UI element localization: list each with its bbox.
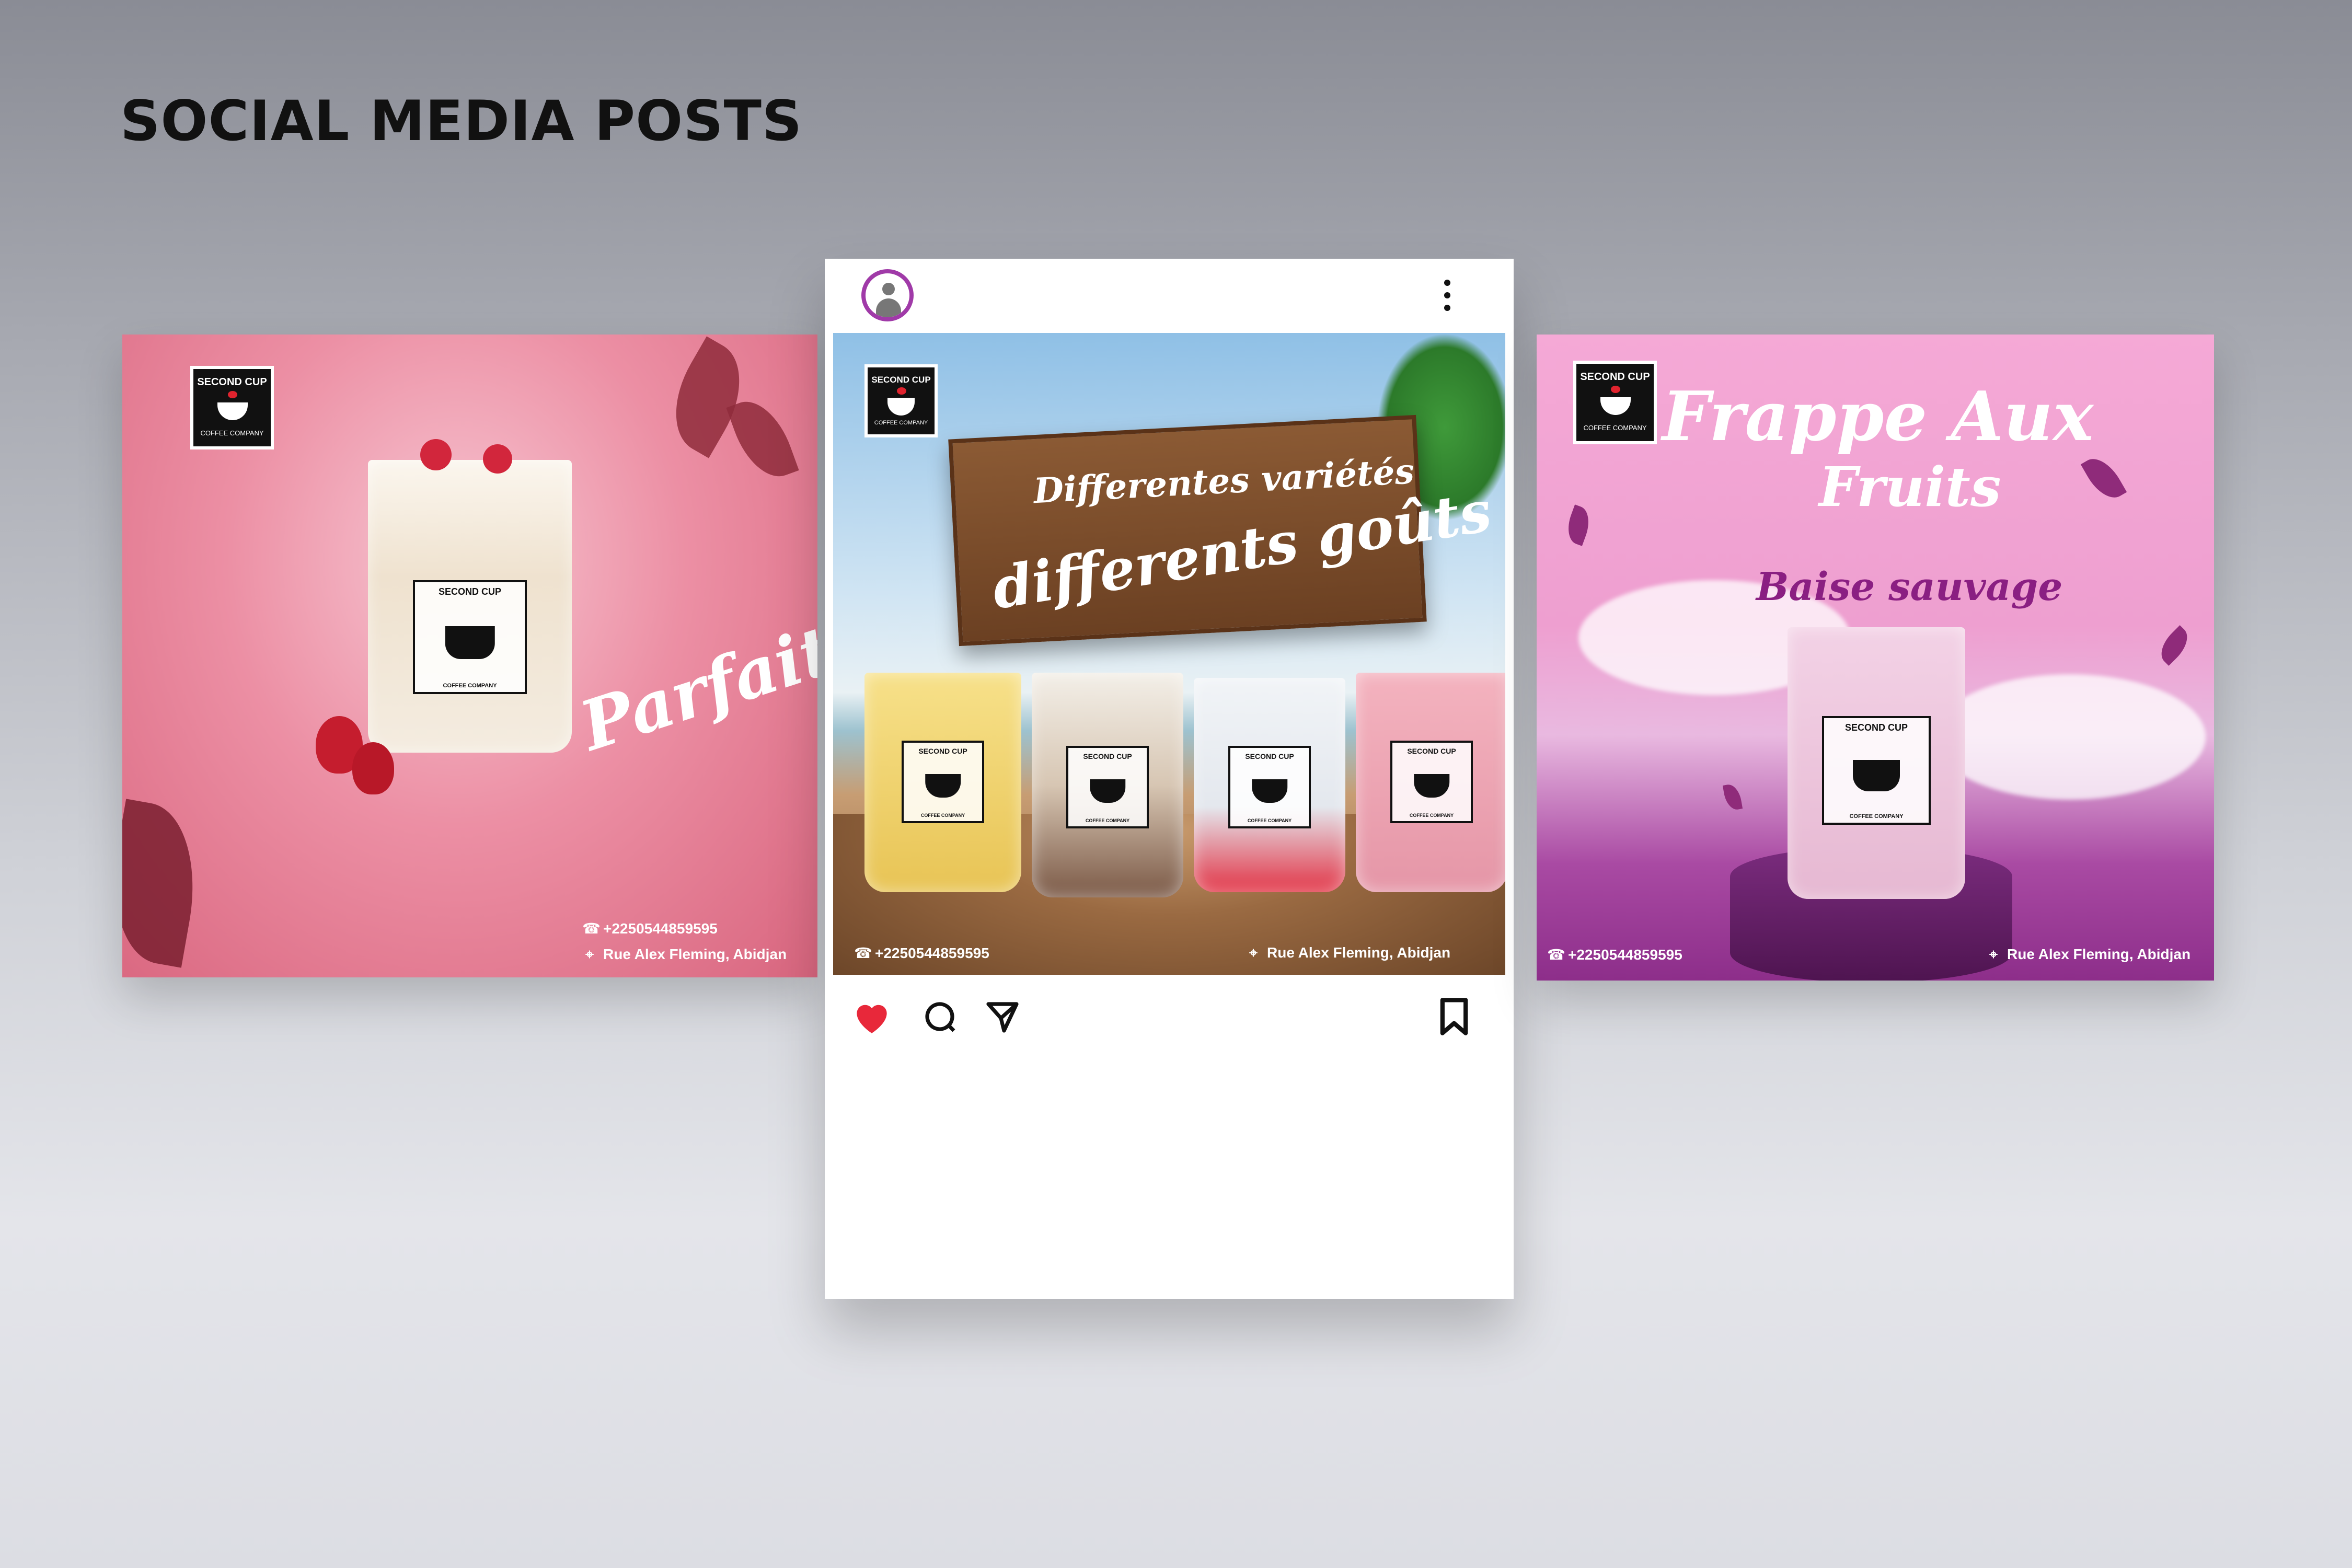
smoothie-cup-berry: SECOND CUP COFFEE COMPANY xyxy=(1356,673,1505,892)
heart-icon[interactable] xyxy=(851,996,893,1037)
petal-decoration xyxy=(1562,504,1595,546)
more-vertical-icon[interactable] xyxy=(1444,280,1451,311)
post-subtitle: Baise sauvage xyxy=(1756,564,2063,609)
post-title-line2: Fruits xyxy=(1819,455,2001,519)
leaf-decoration xyxy=(122,799,209,968)
post-smoothies[interactable]: SECOND CUP COFFEE COMPANY Differentes va… xyxy=(833,333,1505,975)
parfait-cup: SECOND CUP COFFEE COMPANY xyxy=(368,460,572,753)
post-frappe[interactable]: SECOND CUP COFFEE COMPANY Frappe Aux Fru… xyxy=(1537,335,2214,981)
leaf-decoration xyxy=(726,391,799,487)
frappe-cup: SECOND CUP COFFEE COMPANY xyxy=(1788,627,1965,899)
post-title-line1: Frappe Aux xyxy=(1662,376,2094,456)
brand-logo: SECOND CUP COFFEE COMPANY xyxy=(190,366,274,449)
petal-decoration xyxy=(2080,451,2127,505)
post-parfait[interactable]: SECOND CUP COFFEE COMPANY SECOND CUP COF… xyxy=(122,335,817,977)
profile-avatar[interactable] xyxy=(861,269,914,321)
contact-address: ⌖ Rue Alex Fleming, Abidjan xyxy=(1986,946,2190,963)
send-icon[interactable] xyxy=(982,996,1023,1037)
contact-phone: ☎ +2250544859595 xyxy=(1547,947,1682,963)
phone-icon: ☎ xyxy=(582,920,601,937)
petal-decoration xyxy=(2154,625,2195,666)
contact-phone: ☎ +2250544859595 xyxy=(854,945,989,961)
brand-logo: SECOND CUP COFFEE COMPANY xyxy=(1573,361,1657,444)
raspberry xyxy=(483,444,512,474)
smoothie-cup-mango: SECOND CUP COFFEE COMPANY xyxy=(864,673,1021,892)
contact-address: ⌖ Rue Alex Fleming, Abidjan xyxy=(582,946,787,963)
bookmark-icon[interactable] xyxy=(1433,996,1475,1037)
phone-icon: ☎ xyxy=(1547,947,1565,963)
page-title: SOCIAL MEDIA POSTS xyxy=(120,89,803,153)
raspberry xyxy=(420,439,452,470)
smoothie-cup-oreo: SECOND CUP COFFEE COMPANY xyxy=(1032,673,1183,897)
strawberry xyxy=(352,742,394,794)
contact-phone: ☎ +2250544859595 xyxy=(582,920,718,937)
cup-brand-label: SECOND CUP COFFEE COMPANY xyxy=(413,580,527,694)
smoothie-cup-strawberry-soda: SECOND CUP COFFEE COMPANY xyxy=(1194,678,1345,892)
location-pin-icon: ⌖ xyxy=(1989,946,1998,962)
comment-icon[interactable] xyxy=(919,996,961,1037)
post-title: Parfait xyxy=(571,610,817,766)
location-pin-icon: ⌖ xyxy=(585,946,594,962)
location-pin-icon: ⌖ xyxy=(1249,944,1258,961)
instagram-post-mockup: SECOND CUP COFFEE COMPANY Differentes va… xyxy=(825,259,1514,1299)
petal-decoration xyxy=(1722,782,1743,812)
cloud-decoration xyxy=(1934,674,2206,800)
wooden-sign: Differentes variétés differents goûts xyxy=(948,414,1496,647)
phone-icon: ☎ xyxy=(854,945,872,961)
contact-address: ⌖ Rue Alex Fleming, Abidjan xyxy=(1246,944,1450,962)
brand-logo: SECOND CUP COFFEE COMPANY xyxy=(864,364,938,437)
